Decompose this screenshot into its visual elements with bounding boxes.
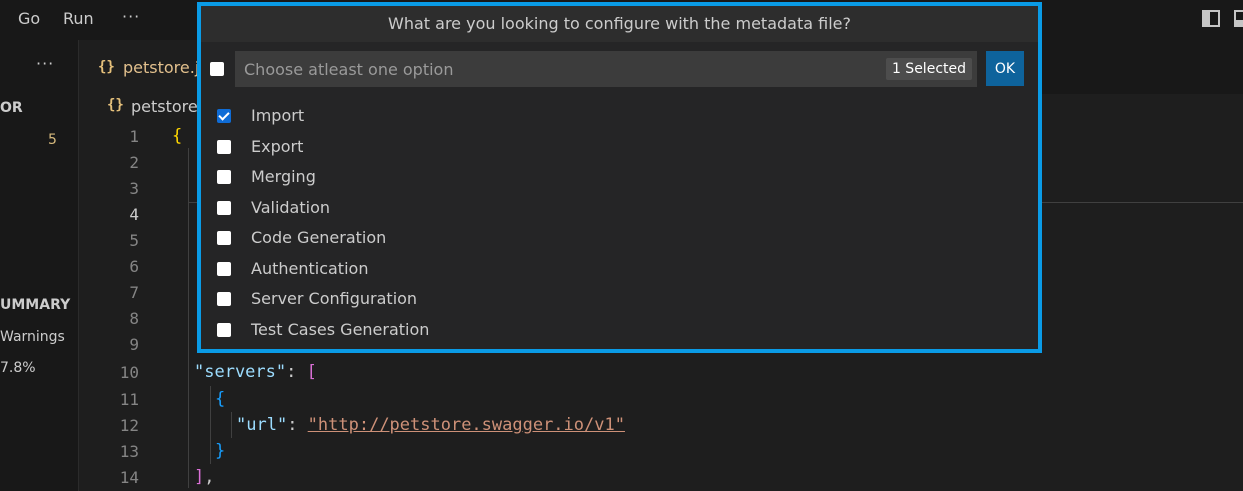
- line-number: 12: [119, 416, 139, 435]
- menu-go[interactable]: Go: [18, 9, 40, 28]
- line-number: 1: [129, 127, 139, 146]
- line-number: 9: [129, 335, 139, 354]
- json-file-icon: {}: [107, 97, 124, 113]
- option-label: Import: [251, 106, 305, 125]
- quick-pick-input[interactable]: [235, 51, 875, 87]
- line-number: 10: [119, 363, 139, 382]
- option-merging[interactable]: Merging: [209, 162, 1029, 192]
- summary-section-title[interactable]: UMMARY: [0, 297, 70, 313]
- line-content: {: [172, 126, 183, 146]
- quick-pick-title: What are you looking to configure with t…: [201, 6, 1038, 42]
- indent-guide: [231, 412, 232, 438]
- option-server-configuration[interactable]: Server Configuration: [209, 284, 1029, 314]
- sidebar: ··· OR 5 UMMARY Warnings 7.8%: [0, 40, 79, 491]
- option-authentication[interactable]: Authentication: [209, 254, 1029, 284]
- line-number: 5: [129, 231, 139, 250]
- option-label: Export: [251, 137, 304, 156]
- option-checkbox[interactable]: [217, 170, 231, 184]
- problems-badge: 5: [48, 132, 57, 148]
- tab-petstore[interactable]: {} petstore.j: [79, 40, 209, 94]
- line-number: 14: [119, 468, 139, 487]
- option-label: Code Generation: [251, 228, 387, 247]
- line-content: {: [215, 389, 226, 409]
- json-file-icon: {}: [98, 59, 115, 75]
- toggle-sidebar-icon[interactable]: [1202, 10, 1220, 27]
- line-number: 8: [129, 309, 139, 328]
- line-number: 6: [129, 257, 139, 276]
- code-line: 12 "url": "http://petstore.swagger.io/v1…: [79, 413, 1243, 439]
- sidebar-more-icon[interactable]: ···: [36, 54, 54, 73]
- option-label: Authentication: [251, 259, 369, 278]
- line-content: ],: [194, 467, 215, 487]
- option-test-cases-generation[interactable]: Test Cases Generation: [209, 315, 1029, 345]
- line-content: "servers": [: [194, 362, 317, 382]
- option-checkbox[interactable]: [217, 140, 231, 154]
- line-content: "url": "http://petstore.swagger.io/v1": [236, 415, 625, 435]
- indent-guide: [210, 386, 211, 464]
- toggle-panel-icon[interactable]: [1234, 10, 1243, 27]
- line-number: 2: [129, 153, 139, 172]
- option-checkbox[interactable]: [217, 231, 231, 245]
- warnings-label: Warnings: [0, 329, 65, 345]
- select-all-checkbox[interactable]: [210, 62, 224, 76]
- breadcrumb-item[interactable]: petstore: [131, 97, 198, 116]
- menu-run[interactable]: Run: [63, 9, 94, 28]
- percent-value: 7.8%: [0, 360, 36, 376]
- menu-more-icon[interactable]: ···: [122, 7, 140, 26]
- quick-pick-input-box: 1 Selected: [235, 51, 977, 87]
- option-export[interactable]: Export: [209, 132, 1029, 162]
- sidebar-section-title[interactable]: OR: [0, 100, 23, 116]
- option-code-generation[interactable]: Code Generation: [209, 223, 1029, 253]
- option-label: Merging: [251, 167, 316, 186]
- quick-pick-dialog: What are you looking to configure with t…: [197, 2, 1042, 353]
- option-checkbox[interactable]: [217, 201, 231, 215]
- tab-label: petstore.j: [123, 58, 200, 77]
- line-number: 7: [129, 283, 139, 302]
- code-line: 11 {: [79, 387, 1243, 413]
- line-number: 11: [119, 390, 139, 409]
- indent-guide: [188, 148, 189, 488]
- option-checkbox[interactable]: [217, 262, 231, 276]
- ok-button[interactable]: OK: [986, 51, 1024, 86]
- option-checkbox[interactable]: [217, 323, 231, 337]
- option-label: Validation: [251, 198, 331, 217]
- line-content: }: [215, 441, 226, 461]
- code-line: 14 ],: [79, 465, 1243, 491]
- line-number: 13: [119, 442, 139, 461]
- option-label: Test Cases Generation: [251, 320, 430, 339]
- line-number: 3: [129, 179, 139, 198]
- option-import[interactable]: Import: [209, 101, 1029, 131]
- option-checkbox[interactable]: [217, 292, 231, 306]
- code-line: 10 "servers": [: [79, 360, 1243, 386]
- line-number: 4: [129, 205, 139, 224]
- option-label: Server Configuration: [251, 289, 418, 308]
- option-checkbox[interactable]: [217, 109, 231, 123]
- selected-count-badge: 1 Selected: [885, 58, 972, 80]
- url-link: "http://petstore.swagger.io/v1": [307, 415, 625, 435]
- option-validation[interactable]: Validation: [209, 193, 1029, 223]
- code-line: 13 }: [79, 439, 1243, 465]
